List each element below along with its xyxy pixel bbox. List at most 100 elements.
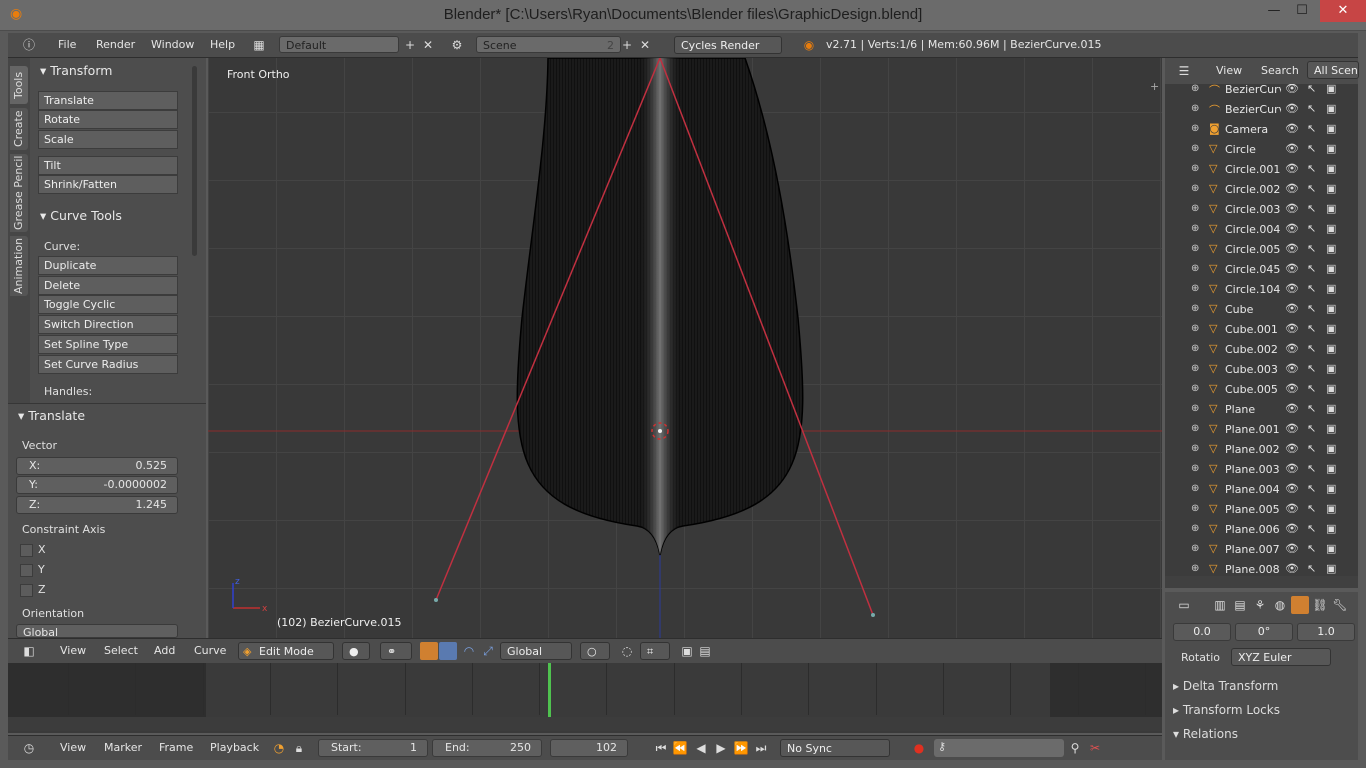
outliner-item[interactable]: ⊕ ▽ Cube 👁︎ ↖ ▣ — [1165, 300, 1358, 320]
jump-start-icon[interactable]: ⏮ — [652, 739, 670, 757]
renderable-camera-icon[interactable]: ▣ — [1326, 282, 1336, 295]
vector-x-field[interactable]: X: 0.525 — [16, 457, 178, 475]
selectable-cursor-icon[interactable]: ↖ — [1307, 122, 1316, 135]
expand-icon[interactable]: ⊕ — [1191, 423, 1199, 434]
delta-transform-panel[interactable]: ▸ Delta Transform — [1173, 679, 1335, 693]
renderable-camera-icon[interactable]: ▣ — [1326, 322, 1336, 335]
proportional-edit-dropdown[interactable]: ○ — [580, 642, 610, 660]
vp-menu-add[interactable]: Add — [154, 644, 175, 657]
play-icon[interactable]: ▶ — [712, 739, 730, 757]
vp-menu-select[interactable]: Select — [104, 644, 138, 657]
outliner-item[interactable]: ⊕ ◙ Camera 👁︎ ↖ ▣ — [1165, 120, 1358, 140]
add-layout-icon[interactable]: + — [401, 36, 419, 54]
toggle-cyclic-button[interactable]: Toggle Cyclic — [38, 295, 178, 314]
expand-icon[interactable]: ⊕ — [1191, 263, 1199, 274]
visibility-eye-icon[interactable]: 👁︎ — [1285, 502, 1299, 515]
layers-props-icon[interactable]: ▤ — [1231, 596, 1249, 614]
outliner-item[interactable]: ⊕ ▽ Circle.004 👁︎ ↖ ▣ — [1165, 220, 1358, 240]
outliner-item[interactable]: ⊕ ▽ Plane.007 👁︎ ↖ ▣ — [1165, 540, 1358, 560]
tl-menu-view[interactable]: View — [60, 741, 86, 754]
selectable-cursor-icon[interactable]: ↖ — [1307, 342, 1316, 355]
scale-x-field[interactable]: 0.0 — [1173, 623, 1231, 641]
renderable-camera-icon[interactable]: ▣ — [1326, 242, 1336, 255]
scene-icon[interactable]: ⚙ — [448, 36, 466, 54]
renderable-camera-icon[interactable]: ▣ — [1326, 402, 1336, 415]
translate-manipulator-icon[interactable] — [439, 642, 457, 660]
selectable-cursor-icon[interactable]: ↖ — [1307, 262, 1316, 275]
render-props-icon[interactable]: ▥ — [1211, 596, 1229, 614]
play-reverse-icon[interactable]: ◀ — [692, 739, 710, 757]
visibility-eye-icon[interactable]: 👁︎ — [1285, 522, 1299, 535]
renderable-camera-icon[interactable]: ▣ — [1326, 542, 1336, 555]
selectable-cursor-icon[interactable]: ↖ — [1307, 402, 1316, 415]
selectable-cursor-icon[interactable]: ↖ — [1307, 442, 1316, 455]
jump-keyframe-back-icon[interactable]: ⏪ — [671, 739, 689, 757]
outliner-item[interactable]: ⊕ ▽ Circle.001 👁︎ ↖ ▣ — [1165, 160, 1358, 180]
jump-keyframe-forward-icon[interactable]: ⏩ — [732, 739, 750, 757]
renderable-camera-icon[interactable]: ▣ — [1326, 102, 1336, 115]
expand-icon[interactable]: ⊕ — [1191, 403, 1199, 414]
expand-icon[interactable]: ⊕ — [1191, 123, 1199, 134]
keying-set-field[interactable]: ⚷ — [934, 739, 1064, 757]
visibility-eye-icon[interactable]: 👁︎ — [1285, 342, 1299, 355]
visibility-eye-icon[interactable]: 👁︎ — [1285, 302, 1299, 315]
selectable-cursor-icon[interactable]: ↖ — [1307, 162, 1316, 175]
remove-scene-icon[interactable]: ✕ — [636, 36, 654, 54]
scale-manipulator-icon[interactable]: ⤢ — [479, 642, 497, 660]
transform-orientation-dropdown[interactable]: Global — [500, 642, 572, 660]
selectable-cursor-icon[interactable]: ↖ — [1307, 422, 1316, 435]
visibility-eye-icon[interactable]: 👁︎ — [1285, 162, 1299, 175]
transform-panel-header[interactable]: ▾ Transform — [40, 63, 112, 78]
outliner-item[interactable]: ⊕ ▽ Cube.002 👁︎ ↖ ▣ — [1165, 340, 1358, 360]
vp-menu-curve[interactable]: Curve — [194, 644, 226, 657]
editor-type-icon[interactable]: ◧ — [20, 642, 38, 660]
visibility-eye-icon[interactable]: 👁︎ — [1285, 282, 1299, 295]
rotate-manipulator-icon[interactable]: ◠ — [460, 642, 478, 660]
sync-dropdown[interactable]: No Sync — [780, 739, 890, 757]
outliner-item[interactable]: ⊕ ⌒ BezierCurve 👁︎ ↖ ▣ — [1165, 100, 1358, 120]
scene-props-icon[interactable]: ⚘ — [1251, 596, 1269, 614]
outliner-item[interactable]: ⊕ ▽ Plane.001 👁︎ ↖ ▣ — [1165, 420, 1358, 440]
record-icon[interactable]: ● — [910, 739, 928, 757]
menu-render[interactable]: Render — [96, 38, 135, 51]
expand-icon[interactable]: ⊕ — [1191, 523, 1199, 534]
shrink-fatten-button[interactable]: Shrink/Fatten — [38, 175, 178, 194]
outliner-menu-view[interactable]: View — [1216, 64, 1242, 77]
renderable-camera-icon[interactable]: ▣ — [1326, 362, 1336, 375]
outliner-item[interactable]: ⊕ ▽ Cube.001 👁︎ ↖ ▣ — [1165, 320, 1358, 340]
translate-button[interactable]: Translate — [38, 91, 178, 110]
3d-viewport[interactable]: x z Front Ortho (102) BezierCurve.015 + — [208, 58, 1162, 638]
renderable-camera-icon[interactable]: ▣ — [1326, 562, 1336, 575]
start-frame-field[interactable]: Start: 1 — [318, 739, 428, 757]
close-button[interactable]: ✕ — [1320, 0, 1366, 22]
menu-file[interactable]: File — [58, 38, 76, 51]
selectable-cursor-icon[interactable]: ↖ — [1307, 242, 1316, 255]
visibility-eye-icon[interactable]: 👁︎ — [1285, 242, 1299, 255]
visibility-eye-icon[interactable]: 👁︎ — [1285, 442, 1299, 455]
delete-button[interactable]: Delete — [38, 276, 178, 295]
renderable-camera-icon[interactable]: ▣ — [1326, 222, 1336, 235]
pivot-dropdown[interactable]: ⚭ — [380, 642, 412, 660]
outliner-display-dropdown[interactable]: All Scenes — [1307, 61, 1359, 79]
transform-locks-panel[interactable]: ▸ Transform Locks — [1173, 703, 1335, 717]
expand-icon[interactable]: ⊕ — [1191, 203, 1199, 214]
menu-help[interactable]: Help — [210, 38, 235, 51]
expand-icon[interactable]: ⊕ — [1191, 483, 1199, 494]
constraint-x-checkbox[interactable] — [20, 544, 33, 557]
visibility-eye-icon[interactable]: 👁︎ — [1285, 222, 1299, 235]
manipulator-toggle[interactable] — [420, 642, 438, 660]
selectable-cursor-icon[interactable]: ↖ — [1307, 482, 1316, 495]
constraint-z-checkbox[interactable] — [20, 584, 33, 597]
toolshelf-scrollbar[interactable] — [192, 66, 197, 256]
renderable-camera-icon[interactable]: ▣ — [1326, 342, 1336, 355]
keying-icon[interactable]: ◔ — [270, 739, 288, 757]
vector-y-field[interactable]: Y: -0.0000002 — [16, 476, 178, 494]
selectable-cursor-icon[interactable]: ↖ — [1307, 562, 1316, 575]
expand-icon[interactable]: ⊕ — [1191, 323, 1199, 334]
object-props-icon[interactable] — [1291, 596, 1309, 614]
renderable-camera-icon[interactable]: ▣ — [1326, 122, 1336, 135]
tl-menu-frame[interactable]: Frame — [159, 741, 193, 754]
vector-z-field[interactable]: Z: 1.245 — [16, 496, 178, 514]
viewport-canvas[interactable]: x z — [208, 58, 1162, 638]
rotation-mode-dropdown[interactable]: XYZ Euler — [1231, 648, 1331, 666]
